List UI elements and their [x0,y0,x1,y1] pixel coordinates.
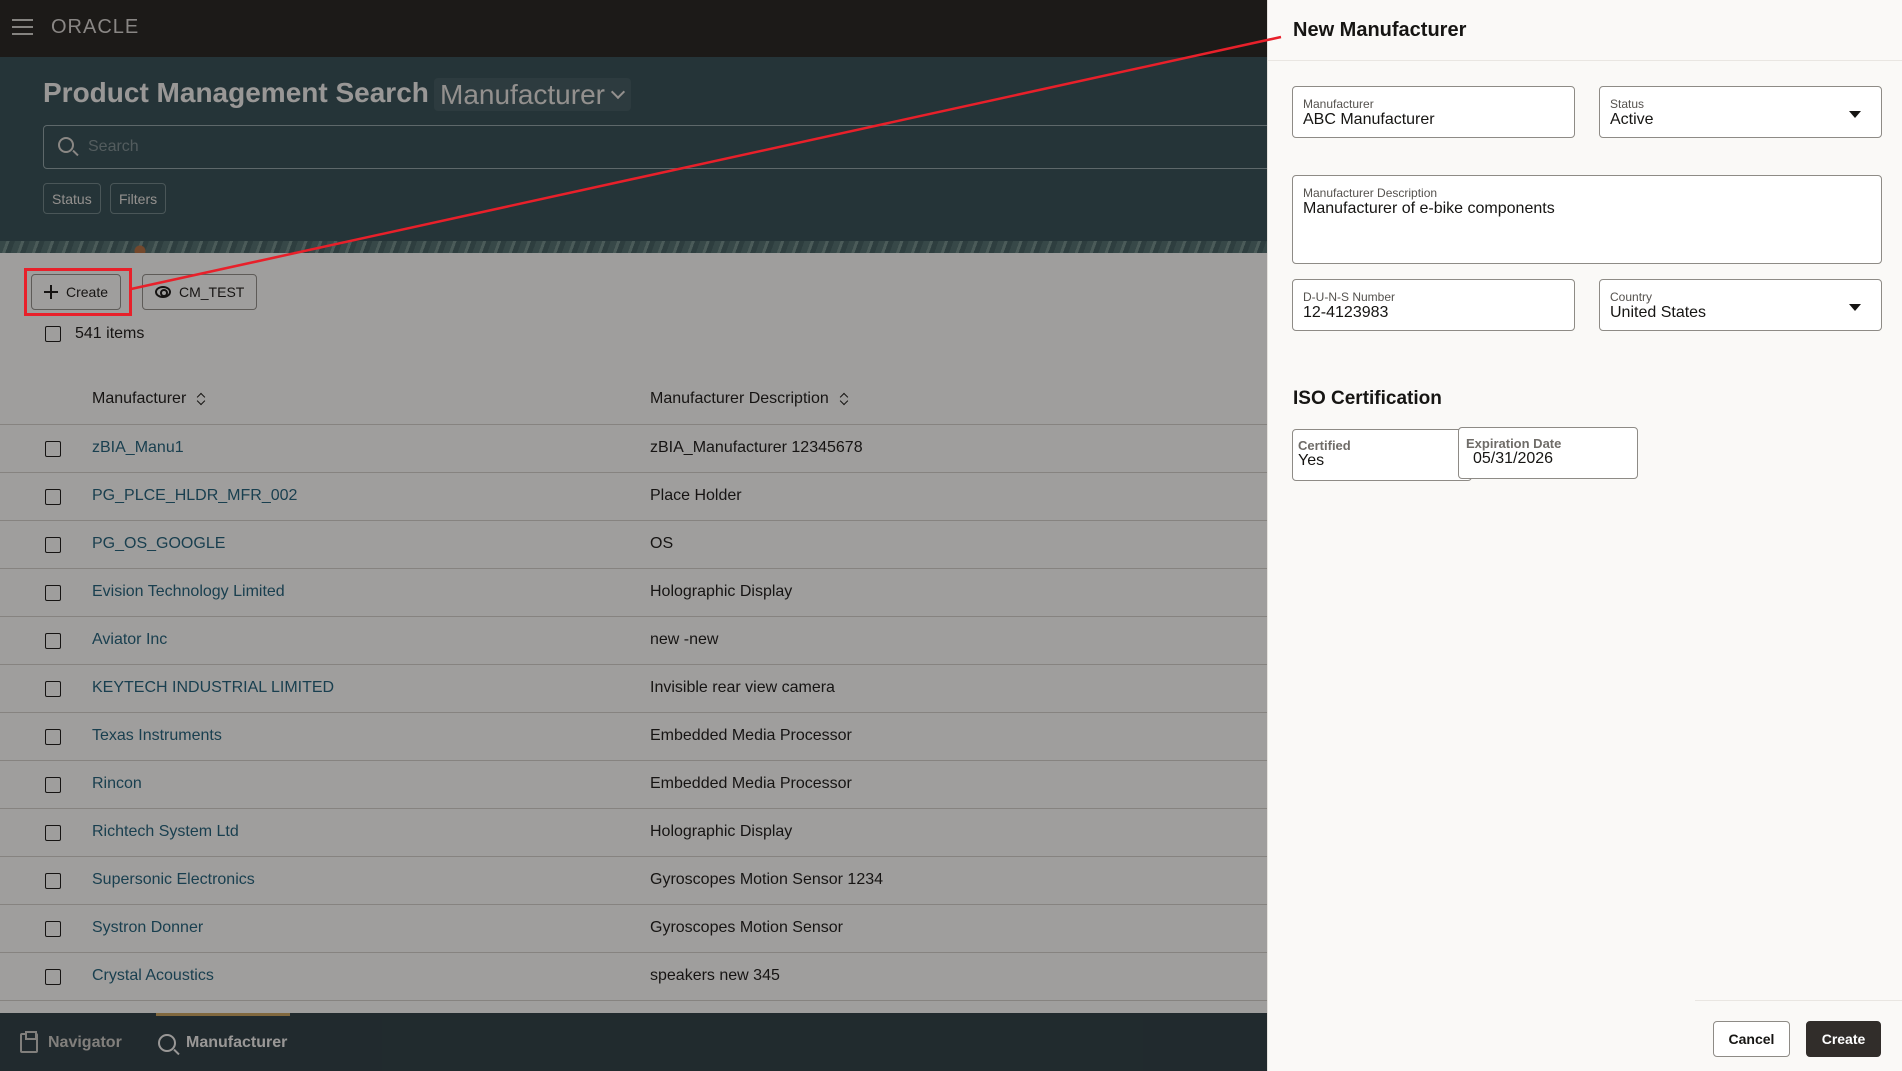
manufacturer-field[interactable]: Manufacturer ABC Manufacturer [1292,86,1575,138]
status-select[interactable]: Status Active [1599,86,1882,138]
field-label: Expiration Date [1466,436,1562,451]
field-label: Country [1610,290,1653,304]
field-label: D-U-N-S Number [1303,290,1396,304]
drawer-footer-divider [1695,1000,1902,1001]
certified-value[interactable]: Yes [1298,452,1324,470]
certified-field[interactable]: Certified Yes [1292,429,1472,481]
field-label: Manufacturer Description [1303,186,1438,200]
main-app: ORACLE Product Management Search Manufac… [0,0,1267,1071]
duns-field[interactable]: D-U-N-S Number 12-4123983 [1292,279,1575,331]
field-label: Status [1610,97,1645,111]
field-label: Manufacturer [1303,97,1374,111]
duns-input[interactable]: 12-4123983 [1303,304,1388,322]
country-value: United States [1610,304,1707,321]
modal-overlay[interactable] [0,0,1267,1071]
dropdown-caret-icon[interactable] [1849,304,1861,311]
manufacturer-input[interactable]: ABC Manufacturer [1303,111,1435,129]
drawer-title: New Manufacturer [1293,19,1467,41]
description-field[interactable]: Manufacturer Description Manufacturer of… [1292,175,1882,264]
country-select[interactable]: Country United States [1599,279,1882,331]
annotation-highlight-box [24,268,132,316]
description-textarea[interactable]: Manufacturer of e-bike components [1303,200,1555,218]
cancel-button[interactable]: Cancel [1713,1021,1790,1057]
expiration-date-field[interactable]: Expiration Date 05/31/2026 [1458,427,1638,479]
create-submit-button[interactable]: Create [1806,1021,1881,1057]
new-manufacturer-drawer: New Manufacturer Manufacturer ABC Manufa… [1267,0,1902,1071]
iso-section-title: ISO Certification [1293,388,1442,409]
expiration-date-input[interactable]: 05/31/2026 [1473,450,1553,468]
field-label: Certified [1298,438,1351,453]
dropdown-caret-icon[interactable] [1849,111,1861,118]
drawer-header: New Manufacturer [1268,0,1902,61]
status-value: Active [1610,111,1654,128]
